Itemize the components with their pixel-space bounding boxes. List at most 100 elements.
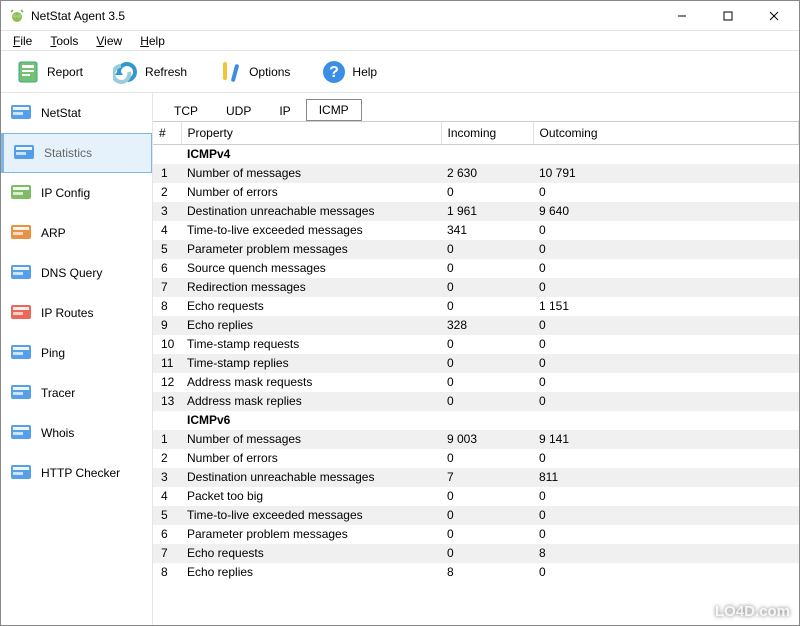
tab-icmp[interactable]: ICMP: [306, 99, 362, 121]
table-row[interactable]: 9Echo replies3280: [153, 316, 799, 335]
globe-icon: [7, 99, 35, 127]
cell-num: 8: [153, 563, 181, 582]
table-row[interactable]: 11Time-stamp replies00: [153, 354, 799, 373]
group-header: ICMPv4: [153, 145, 799, 164]
cell-property: Packet too big: [181, 487, 441, 506]
stats-table-scroll[interactable]: # Property Incoming Outcoming ICMPv41Num…: [153, 121, 799, 625]
table-row[interactable]: 6Source quench messages00: [153, 259, 799, 278]
sidebar-item-dns-query[interactable]: DNS Query: [1, 253, 152, 293]
group-header: ICMPv6: [153, 411, 799, 430]
cell-outcoming: 1 151: [533, 297, 799, 316]
table-row[interactable]: 8Echo requests01 151: [153, 297, 799, 316]
stats-table: # Property Incoming Outcoming ICMPv41Num…: [153, 122, 799, 582]
sidebar-item-label: Ping: [41, 346, 65, 360]
table-row[interactable]: 5Time-to-live exceeded messages00: [153, 506, 799, 525]
table-row[interactable]: 2Number of errors00: [153, 449, 799, 468]
options-button[interactable]: Options: [209, 56, 298, 88]
refresh-button[interactable]: Refresh: [105, 56, 195, 88]
cell-outcoming: 9 640: [533, 202, 799, 221]
sidebar-item-label: DNS Query: [41, 266, 102, 280]
sidebar-item-label: Statistics: [44, 146, 92, 160]
tab-udp[interactable]: UDP: [213, 100, 264, 121]
menu-tools[interactable]: Tools: [42, 33, 86, 49]
table-row[interactable]: 5Parameter problem messages00: [153, 240, 799, 259]
maximize-button[interactable]: [705, 1, 751, 31]
table-row[interactable]: 2Number of errors00: [153, 183, 799, 202]
col-header-num[interactable]: #: [153, 122, 181, 145]
cell-incoming: 0: [441, 392, 533, 411]
table-row[interactable]: 3Destination unreachable messages7811: [153, 468, 799, 487]
cell-incoming: 1 961: [441, 202, 533, 221]
sidebar-item-whois[interactable]: Whois: [1, 413, 152, 453]
cell-property: Source quench messages: [181, 259, 441, 278]
sidebar-item-arp[interactable]: ARP: [1, 213, 152, 253]
cell-incoming: 0: [441, 278, 533, 297]
table-row[interactable]: 10Time-stamp requests00: [153, 335, 799, 354]
cell-property: Parameter problem messages: [181, 240, 441, 259]
cell-num: 5: [153, 240, 181, 259]
toolbar: Report Refresh Options ? Help: [1, 51, 799, 93]
table-row[interactable]: 4Time-to-live exceeded messages3410: [153, 221, 799, 240]
tab-tcp[interactable]: TCP: [161, 100, 211, 121]
sidebar-item-http-checker[interactable]: HTTP Checker: [1, 453, 152, 493]
table-row[interactable]: 1Number of messages2 63010 791: [153, 164, 799, 183]
cell-outcoming: 8: [533, 544, 799, 563]
refresh-label: Refresh: [145, 65, 187, 79]
table-row[interactable]: 8Echo replies80: [153, 563, 799, 582]
cell-num: 12: [153, 373, 181, 392]
sidebar-item-ping[interactable]: Ping: [1, 333, 152, 373]
help-button[interactable]: ? Help: [312, 56, 385, 88]
col-header-incoming[interactable]: Incoming: [441, 122, 533, 145]
menu-help[interactable]: Help: [132, 33, 173, 49]
tab-ip[interactable]: IP: [266, 100, 303, 121]
options-label: Options: [249, 65, 290, 79]
menu-view[interactable]: View: [88, 33, 130, 49]
cell-outcoming: 0: [533, 240, 799, 259]
table-row[interactable]: 13Address mask replies00: [153, 392, 799, 411]
help-label: Help: [352, 65, 377, 79]
cell-incoming: 341: [441, 221, 533, 240]
sidebar-item-statistics[interactable]: Statistics: [1, 133, 152, 173]
cell-outcoming: 10 791: [533, 164, 799, 183]
cell-incoming: 0: [441, 449, 533, 468]
cell-incoming: 0: [441, 183, 533, 202]
sidebar-item-ip-routes[interactable]: IP Routes: [1, 293, 152, 333]
cell-property: Number of messages: [181, 430, 441, 449]
table-row[interactable]: 3Destination unreachable messages1 9619 …: [153, 202, 799, 221]
cell-outcoming: 0: [533, 354, 799, 373]
cell-incoming: 0: [441, 487, 533, 506]
cell-num: 3: [153, 202, 181, 221]
menu-file[interactable]: File: [5, 33, 40, 49]
cell-outcoming: 0: [533, 259, 799, 278]
sidebar-item-tracer[interactable]: Tracer: [1, 373, 152, 413]
cell-num: 4: [153, 221, 181, 240]
cell-outcoming: 0: [533, 183, 799, 202]
cell-outcoming: 0: [533, 506, 799, 525]
sidebar-item-netstat[interactable]: NetStat: [1, 93, 152, 133]
cell-outcoming: 0: [533, 525, 799, 544]
sidebar-item-label: IP Routes: [41, 306, 93, 320]
col-header-outcoming[interactable]: Outcoming: [533, 122, 799, 145]
minimize-button[interactable]: [659, 1, 705, 31]
table-row[interactable]: 12Address mask requests00: [153, 373, 799, 392]
cell-incoming: 2 630: [441, 164, 533, 183]
cell-property: Time-stamp requests: [181, 335, 441, 354]
table-row[interactable]: 7Redirection messages00: [153, 278, 799, 297]
cell-property: Echo requests: [181, 544, 441, 563]
table-row[interactable]: 6Parameter problem messages00: [153, 525, 799, 544]
report-button[interactable]: Report: [7, 56, 91, 88]
cell-property: Time-to-live exceeded messages: [181, 506, 441, 525]
cell-property: Time-to-live exceeded messages: [181, 221, 441, 240]
cell-incoming: 0: [441, 506, 533, 525]
close-button[interactable]: [751, 1, 797, 31]
table-row[interactable]: 4Packet too big00: [153, 487, 799, 506]
cell-num: 5: [153, 506, 181, 525]
table-row[interactable]: 7Echo requests08: [153, 544, 799, 563]
cell-outcoming: 0: [533, 221, 799, 240]
whois-icon: [7, 419, 35, 447]
cell-outcoming: 9 141: [533, 430, 799, 449]
col-header-property[interactable]: Property: [181, 122, 441, 145]
table-row[interactable]: 1Number of messages9 0039 141: [153, 430, 799, 449]
sidebar-item-ip-config[interactable]: IP Config: [1, 173, 152, 213]
svg-text:?: ?: [330, 64, 340, 81]
